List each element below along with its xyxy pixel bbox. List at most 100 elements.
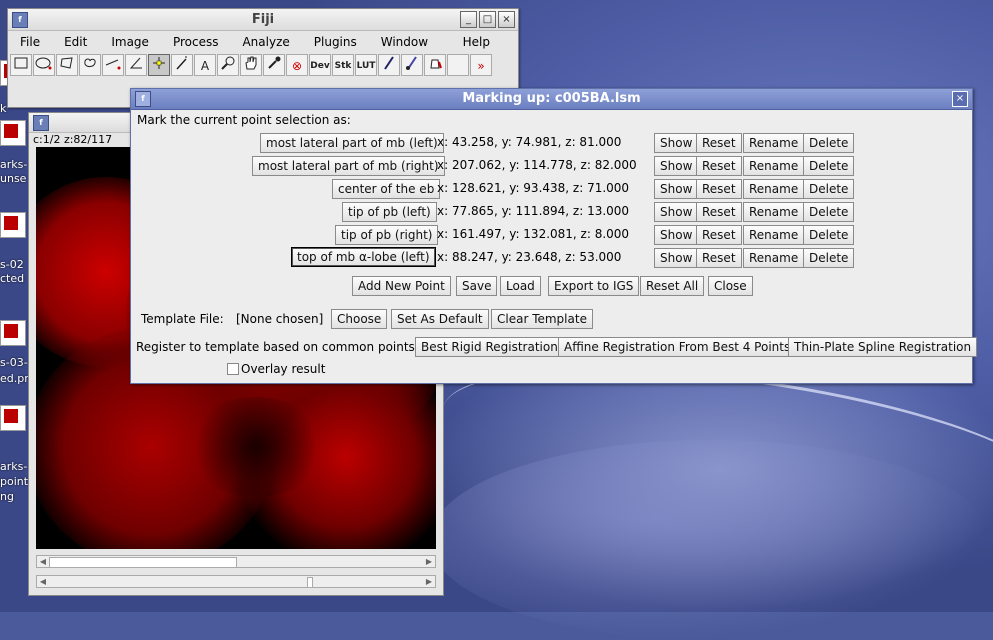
delete-button[interactable]: Delete — [803, 133, 855, 153]
point-name-button[interactable]: tip of pb (right) — [335, 225, 439, 245]
choose-template-button[interactable]: Choose — [331, 309, 388, 329]
point-name-button[interactable]: tip of pb (left) — [342, 202, 437, 222]
show-button[interactable]: Show — [654, 248, 699, 268]
set-as-default-button[interactable]: Set As Default — [391, 309, 489, 329]
delete-button[interactable]: Delete — [803, 179, 855, 199]
close-button[interactable]: Close — [708, 276, 753, 296]
menu-process[interactable]: Process — [161, 35, 231, 49]
minimize-icon[interactable]: _ — [460, 11, 477, 28]
show-button[interactable]: Show — [654, 133, 699, 153]
fiji-toolbar: A ⊗ Dev Stk LUT » — [8, 53, 518, 77]
flood-fill-icon[interactable] — [424, 54, 446, 76]
reset-all-button[interactable]: Reset All — [640, 276, 705, 296]
rename-button[interactable]: Rename — [743, 133, 805, 153]
blank-tool-slot[interactable] — [447, 54, 469, 76]
best-rigid-registration-button[interactable]: Best Rigid Registration — [415, 337, 564, 357]
template-file-label: Template File: — [141, 312, 224, 326]
dialog-close-icon[interactable]: × — [952, 91, 968, 107]
point-coords: x: 161.497, y: 132.081, z: 8.000 — [437, 227, 630, 241]
desktop-file-icon[interactable] — [0, 405, 30, 445]
show-button[interactable]: Show — [654, 225, 699, 245]
scroll-left-icon[interactable]: ◀ — [37, 576, 49, 587]
magnifier-icon[interactable] — [217, 54, 239, 76]
maximize-icon[interactable]: □ — [479, 11, 496, 28]
point-tool-icon[interactable] — [148, 54, 170, 76]
point-name-button[interactable]: most lateral part of mb (left) — [260, 133, 444, 153]
reset-button[interactable]: Reset — [696, 133, 742, 153]
point-name-button[interactable]: center of the eb — [332, 179, 441, 199]
oval-tool-icon[interactable] — [33, 54, 55, 76]
desktop-file-icon[interactable] — [0, 320, 30, 360]
clear-template-button[interactable]: Clear Template — [491, 309, 593, 329]
delete-button[interactable]: Delete — [803, 225, 855, 245]
rename-button[interactable]: Rename — [743, 225, 805, 245]
rename-button[interactable]: Rename — [743, 156, 805, 176]
line-tool-icon[interactable] — [102, 54, 124, 76]
dialog-titlebar[interactable]: f Marking up: c005BA.lsm × — [131, 89, 972, 110]
show-button[interactable]: Show — [654, 156, 699, 176]
fiji-titlebar[interactable]: f Fiji _ □ × — [8, 9, 518, 31]
pencil-icon[interactable] — [378, 54, 400, 76]
menu-file[interactable]: File — [8, 35, 52, 49]
menu-analyze[interactable]: Analyze — [230, 35, 301, 49]
dev-tool-icon[interactable]: Dev — [309, 54, 331, 76]
scroll-right-icon[interactable]: ▶ — [423, 556, 435, 567]
angle-tool-icon[interactable] — [125, 54, 147, 76]
rename-button[interactable]: Rename — [743, 202, 805, 222]
x-tool-icon[interactable]: ⊗ — [286, 54, 308, 76]
reset-button[interactable]: Reset — [696, 202, 742, 222]
marking-dialog: f Marking up: c005BA.lsm × Mark the curr… — [130, 88, 978, 384]
wand-tool-icon[interactable] — [171, 54, 193, 76]
affine-registration-button[interactable]: Affine Registration From Best 4 Points — [558, 337, 797, 357]
menu-edit[interactable]: Edit — [52, 35, 99, 49]
show-button[interactable]: Show — [654, 179, 699, 199]
thin-plate-spline-button[interactable]: Thin-Plate Spline Registration — [788, 337, 978, 357]
add-new-point-button[interactable]: Add New Point — [352, 276, 451, 296]
brush-icon[interactable] — [401, 54, 423, 76]
stk-tool-icon[interactable]: Stk — [332, 54, 354, 76]
close-icon[interactable]: × — [498, 11, 515, 28]
menu-help[interactable]: Help — [451, 35, 502, 49]
point-coords: x: 128.621, y: 93.438, z: 71.000 — [437, 181, 630, 195]
slice-scrollbar[interactable]: ◀ ▶ — [36, 575, 436, 588]
show-button[interactable]: Show — [654, 202, 699, 222]
rename-button[interactable]: Rename — [743, 179, 805, 199]
dialog-title: Marking up: c005BA.lsm — [462, 91, 641, 106]
stack-position-info: c:1/2 z:82/117 — [33, 133, 113, 146]
desktop-file-label: ed.pr — [0, 372, 29, 385]
rename-button[interactable]: Rename — [743, 248, 805, 268]
menu-image[interactable]: Image — [99, 35, 161, 49]
delete-button[interactable]: Delete — [803, 156, 855, 176]
point-name-button[interactable]: most lateral part of mb (right) — [252, 156, 445, 176]
freehand-tool-icon[interactable] — [79, 54, 101, 76]
menu-window[interactable]: Window — [369, 35, 440, 49]
overlay-result-checkbox[interactable] — [227, 363, 239, 375]
point-name-button[interactable]: top of mb α-lobe (left) — [291, 247, 436, 267]
load-button[interactable]: Load — [500, 276, 541, 296]
text-tool-icon[interactable]: A — [194, 54, 216, 76]
reset-button[interactable]: Reset — [696, 248, 742, 268]
delete-button[interactable]: Delete — [803, 248, 855, 268]
rectangle-tool-icon[interactable] — [10, 54, 32, 76]
overlay-result-label: Overlay result — [241, 362, 326, 376]
lut-tool-icon[interactable]: LUT — [355, 54, 377, 76]
point-coords: x: 207.062, y: 114.778, z: 82.000 — [437, 158, 637, 172]
channel-scroll-thumb[interactable] — [49, 557, 237, 568]
more-tools-icon[interactable]: » — [470, 54, 492, 76]
menu-plugins[interactable]: Plugins — [302, 35, 369, 49]
reset-button[interactable]: Reset — [696, 179, 742, 199]
scroll-right-icon[interactable]: ▶ — [423, 576, 435, 587]
hand-tool-icon[interactable] — [240, 54, 262, 76]
reset-button[interactable]: Reset — [696, 156, 742, 176]
dropper-icon[interactable] — [263, 54, 285, 76]
delete-button[interactable]: Delete — [803, 202, 855, 222]
scroll-left-icon[interactable]: ◀ — [37, 556, 49, 567]
desktop-file-icon[interactable] — [0, 120, 30, 160]
reset-button[interactable]: Reset — [696, 225, 742, 245]
desktop-file-icon[interactable] — [0, 212, 30, 252]
save-button[interactable]: Save — [456, 276, 498, 296]
export-igs-button[interactable]: Export to IGS — [548, 276, 640, 296]
polygon-tool-icon[interactable] — [56, 54, 78, 76]
channel-scrollbar[interactable]: ◀ ▶ — [36, 555, 436, 568]
slice-scroll-thumb[interactable] — [307, 577, 313, 588]
